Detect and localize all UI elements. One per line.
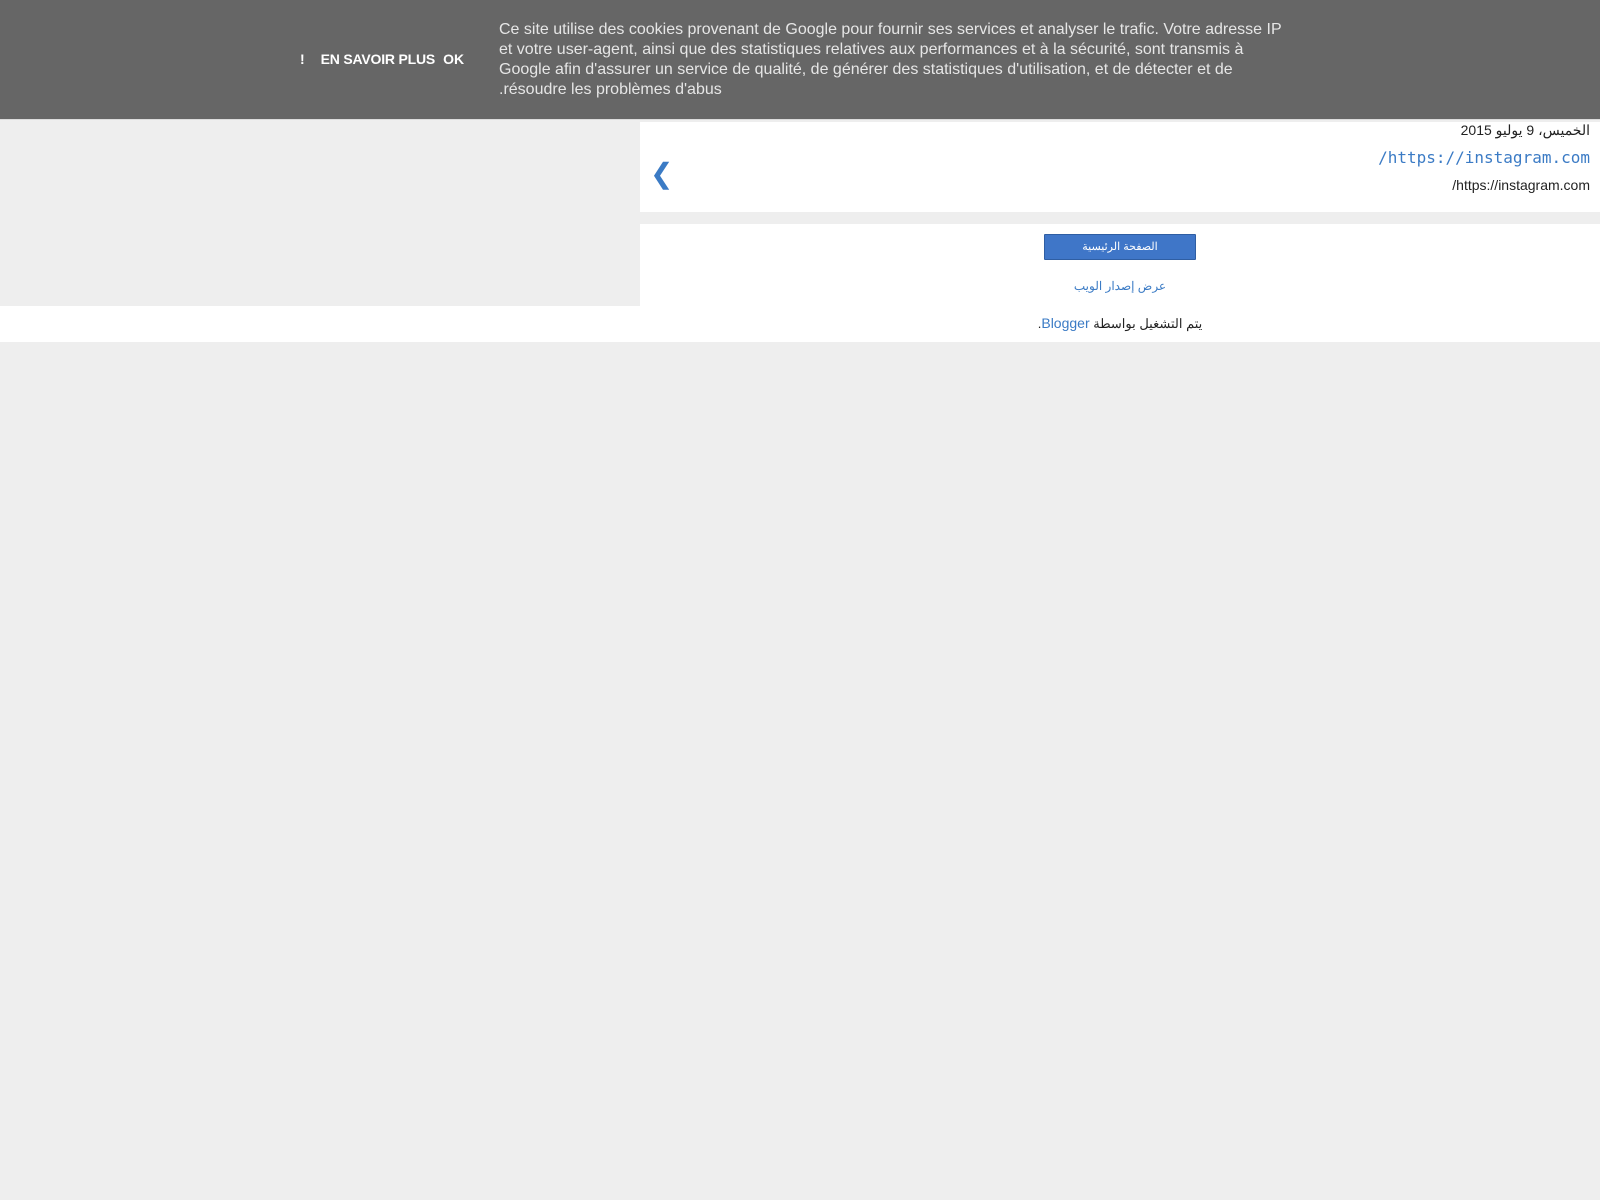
ok-button[interactable]: OK [443,51,464,67]
post-body: https://instagram.com/ [1452,177,1590,193]
cookie-actions: ! EN SAVOIR PLUS OK [300,49,464,69]
mobile-nav: الصفحة الرئيسية عرض إصدار الويب [640,224,1600,306]
chevron-left-icon[interactable]: ❮ [650,160,673,188]
powered-prefix: يتم التشغيل بواسطة [1089,316,1203,331]
cookie-bang-label: ! [300,51,305,67]
empty-side-panel [0,122,640,306]
footer: يتم التشغيل بواسطة Blogger. [0,306,1600,342]
web-version-link[interactable]: عرض إصدار الويب [640,279,1600,293]
learn-more-button[interactable]: EN SAVOIR PLUS [321,51,436,67]
powered-by: يتم التشغيل بواسطة Blogger. [0,315,1600,332]
post-title-link[interactable]: https://instagram.com/ [1378,148,1590,167]
post-card: الخميس، 9 يوليو 2015 https://instagram.c… [640,122,1600,212]
cookie-message: Ce site utilise des cookies provenant de… [499,21,1282,98]
cookie-consent-bar: Ce site utilise des cookies provenant de… [0,0,1600,120]
home-button[interactable]: الصفحة الرئيسية [1044,234,1196,260]
blogger-link[interactable]: Blogger [1041,315,1089,331]
post-date: الخميس، 9 يوليو 2015 [1460,122,1590,138]
